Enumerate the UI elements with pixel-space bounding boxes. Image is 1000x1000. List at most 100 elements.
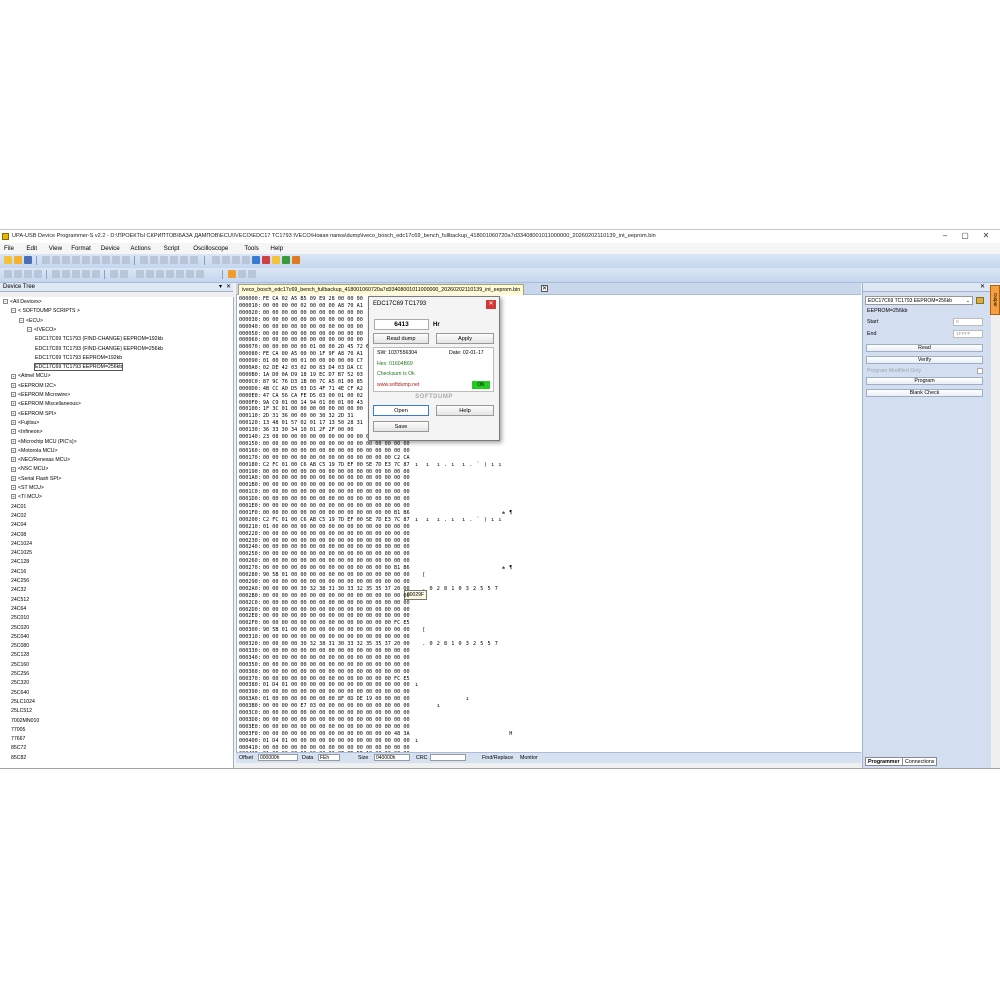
expand-icon[interactable]: + xyxy=(11,392,16,398)
crc-value[interactable] xyxy=(430,754,466,761)
expand-icon[interactable]: + xyxy=(11,420,16,426)
tree-item[interactable]: 24C08 xyxy=(11,532,26,538)
hex-row[interactable]: 000070: 00 00 00 00 00 01 00 00 2D 45 72 … xyxy=(239,344,436,350)
highlight-icon[interactable] xyxy=(176,270,184,278)
collapse-icon[interactable]: − xyxy=(3,299,8,305)
tree-item[interactable]: 24C512 xyxy=(11,597,29,603)
hex-row-bytes[interactable]: 00 00 00 00 00 00 00 00 00 00 00 00 00 0… xyxy=(263,717,410,723)
hex-row-bytes[interactable]: 00 00 00 00 00 00 00 00 00 00 00 00 00 0… xyxy=(263,503,410,509)
expand-icon[interactable]: + xyxy=(11,438,16,444)
hex-row-ascii[interactable]: ± ¶ xyxy=(415,510,513,516)
byte-view-icon[interactable] xyxy=(52,270,60,278)
tree-item[interactable]: 24C16 xyxy=(11,569,26,575)
tree-item[interactable]: 24C02 xyxy=(11,513,26,519)
hex-row[interactable]: 0003A0: 01 00 00 00 00 00 00 00 8F 0D DE … xyxy=(239,696,469,702)
hex-row-bytes[interactable]: 00 00 00 00 00 00 00 00 00 00 00 00 00 0… xyxy=(263,558,410,564)
last-page-icon[interactable] xyxy=(34,270,42,278)
hex-row-bytes[interactable]: 00 00 00 00 00 00 00 00 00 00 00 xyxy=(263,331,363,337)
hex-row-bytes[interactable]: 00 00 00 00 00 00 00 00 00 00 00 00 00 0… xyxy=(263,613,410,619)
tree-item[interactable]: + <Microchip MCU (PIC's)> xyxy=(11,439,77,445)
hex-row[interactable]: 000160: 00 00 00 00 00 00 00 00 00 00 00 … xyxy=(239,448,410,454)
read-dump-button[interactable]: Read dump xyxy=(373,333,429,344)
hex-row-bytes[interactable]: 87 9C 76 D3 1B 00 7C A5 01 00 85 xyxy=(263,379,363,385)
tree-item[interactable]: + <TI MCU> xyxy=(11,494,42,500)
tree-item[interactable]: + <EEPROM I2C> xyxy=(11,383,56,389)
editor-tab[interactable]: iveco_bosch_edc17c69_bench_fullbackup_41… xyxy=(238,284,525,295)
hex-row[interactable]: 000130:36 33 30 34 10 01 2F 2F 00 00 ı xyxy=(239,427,429,433)
save-icon[interactable] xyxy=(24,256,32,264)
tree-item[interactable]: 24C04 xyxy=(11,522,26,528)
hex-row-bytes[interactable]: C2 FC 01 00 C6 AB C5 19 7D EF 00 5E 7D E… xyxy=(263,517,410,523)
tree-item[interactable]: 85C82 xyxy=(11,755,26,761)
hex-row[interactable]: 0001C0: 00 00 00 00 00 00 00 00 00 00 00 … xyxy=(239,489,410,495)
tree-item[interactable]: + <Atmel MCU> xyxy=(11,373,51,379)
hex-row[interactable]: 000040: 00 00 00 00 00 00 00 00 00 00 00 xyxy=(239,324,363,330)
expand-icon[interactable]: + xyxy=(11,447,16,453)
expand-icon[interactable]: + xyxy=(11,475,16,481)
tree-item[interactable]: + <ST MCU> xyxy=(11,485,44,491)
panel-close-icon[interactable]: ✕ xyxy=(980,283,985,292)
tree-item[interactable]: 25LC1024 xyxy=(11,699,35,705)
color-icon[interactable] xyxy=(166,270,174,278)
hex-row-bytes[interactable]: 36 33 30 34 10 01 2F 2F 00 00 xyxy=(263,427,354,433)
hex-row-bytes[interactable]: 00 00 00 00 00 00 00 00 00 00 00 00 00 0… xyxy=(263,531,410,537)
hex-row-bytes[interactable]: 00 00 00 00 00 00 00 00 00 00 00 00 00 0… xyxy=(263,676,410,682)
hex-row-bytes[interactable]: 00 00 00 00 00 00 00 00 00 00 00 00 00 0… xyxy=(263,634,410,640)
expand-icon[interactable]: + xyxy=(11,485,16,491)
hex-row-bytes[interactable]: 00 00 00 00 00 01 00 00 2D 45 72 61 xyxy=(263,344,372,350)
hex-row-bytes[interactable]: 00 00 00 00 E7 03 00 00 00 00 00 00 00 0… xyxy=(263,703,410,709)
tree-item[interactable]: + <EEPROM Microwire> xyxy=(11,392,70,398)
hex-row[interactable]: 0000E0: 47 CA 56 CA FE D5 03 00 01 00 02 … xyxy=(239,393,429,399)
checksum-icon[interactable] xyxy=(160,256,168,264)
end-input[interactable]: 1FFFF xyxy=(953,330,983,338)
hex-row[interactable]: 000020: 00 00 00 00 00 00 00 00 00 00 00 xyxy=(239,310,363,316)
find-replace-tab[interactable]: Find/Replace xyxy=(482,755,513,761)
tree-item[interactable]: 24C32 xyxy=(11,587,26,593)
hex-row-ascii[interactable]: H xyxy=(415,731,513,737)
compare-icon[interactable] xyxy=(150,256,158,264)
run-script-icon[interactable] xyxy=(282,256,290,264)
hex-row[interactable]: 0001D0: 00 00 00 00 00 00 00 00 00 00 00 … xyxy=(239,496,410,502)
hex-row[interactable]: 000240: 00 00 00 00 00 00 00 00 00 00 00 … xyxy=(239,544,410,550)
hex-row-bytes[interactable]: 00 00 00 00 00 00 00 00 00 00 00 00 00 0… xyxy=(263,455,410,461)
hex-row-bytes[interactable]: 13 48 01 57 02 01 17 13 50 28 31 xyxy=(263,420,363,426)
goto-icon[interactable] xyxy=(112,256,120,264)
hex-row[interactable]: 000260: 00 00 00 00 00 00 00 00 00 00 00 … xyxy=(239,558,410,564)
swap-icon[interactable] xyxy=(170,256,178,264)
hex-row[interactable]: 000280: 90 5B 01 00 00 00 00 00 00 00 00 … xyxy=(239,572,425,578)
tab-connections[interactable]: Connections xyxy=(902,757,938,766)
menu-file[interactable]: File xyxy=(4,245,14,252)
first-page-icon[interactable] xyxy=(4,270,12,278)
hex-row[interactable]: 0003B0: 00 00 00 00 E7 03 00 00 00 00 00 … xyxy=(239,703,440,709)
menu-script[interactable]: Script xyxy=(164,245,180,252)
tree-item[interactable]: + <NEC/Renesas MCU> xyxy=(11,457,70,463)
stop-icon[interactable] xyxy=(262,256,270,264)
hex-row-ascii[interactable]: . 0 2 8 1 0 3 2 5 5 7 xyxy=(415,641,498,647)
expand-icon[interactable]: + xyxy=(11,401,16,407)
website-link[interactable]: www.softdump.net xyxy=(377,382,419,388)
tree-item[interactable]: + <Infineon> xyxy=(11,429,43,435)
hex-row[interactable]: 000120: 13 48 01 57 02 01 17 13 50 28 31 … xyxy=(239,420,436,426)
pin-icon[interactable]: ▾ xyxy=(219,283,222,292)
tree-item[interactable]: 24C1024 xyxy=(11,541,32,547)
start-input[interactable]: 0 xyxy=(953,318,983,326)
tree-item[interactable]: 77667 xyxy=(11,736,25,742)
menu-format[interactable]: Format xyxy=(71,245,91,252)
hex-row[interactable]: 0000B0: 1A D0 0A D9 18 19 EC D7 B7 52 03 … xyxy=(239,372,429,378)
ascii-view-icon[interactable] xyxy=(82,270,90,278)
chip-icon[interactable] xyxy=(232,256,240,264)
menu-actions[interactable]: Actions xyxy=(130,245,150,252)
hex-row[interactable]: 000110:2D 31 36 00 00 00 30 32 2D 31 X xyxy=(239,413,429,419)
dialog-close-button[interactable]: ✕ xyxy=(486,300,496,309)
hex-row-bytes[interactable]: 00 00 00 00 00 00 00 00 00 00 00 xyxy=(263,337,363,343)
tree-item[interactable]: − <IVECO> xyxy=(27,327,56,333)
tree-item[interactable]: 25C320 xyxy=(11,680,29,686)
hex-row-bytes[interactable]: 00 00 00 00 00 00 00 00 00 00 00 00 00 0… xyxy=(263,544,410,550)
hex-row-ascii[interactable]: . 0 2 8 1 0 3 2 5 5 7 xyxy=(415,586,498,592)
blank-check-button[interactable]: Blank Check xyxy=(866,389,983,397)
hex-row[interactable]: 000370: 00 00 00 00 00 00 00 00 00 00 00 … xyxy=(239,676,410,682)
hex-row-bytes[interactable]: 9A C9 01 00 14 94 01 00 01 00 43 xyxy=(263,400,363,406)
hex-row[interactable]: 000100: 1F 3C 01 00 00 00 00 00 00 00 00 … xyxy=(239,406,436,412)
rows-icon[interactable] xyxy=(146,270,154,278)
hex-row-bytes[interactable]: 00 00 00 00 00 00 00 00 00 00 00 00 00 0… xyxy=(263,593,410,599)
